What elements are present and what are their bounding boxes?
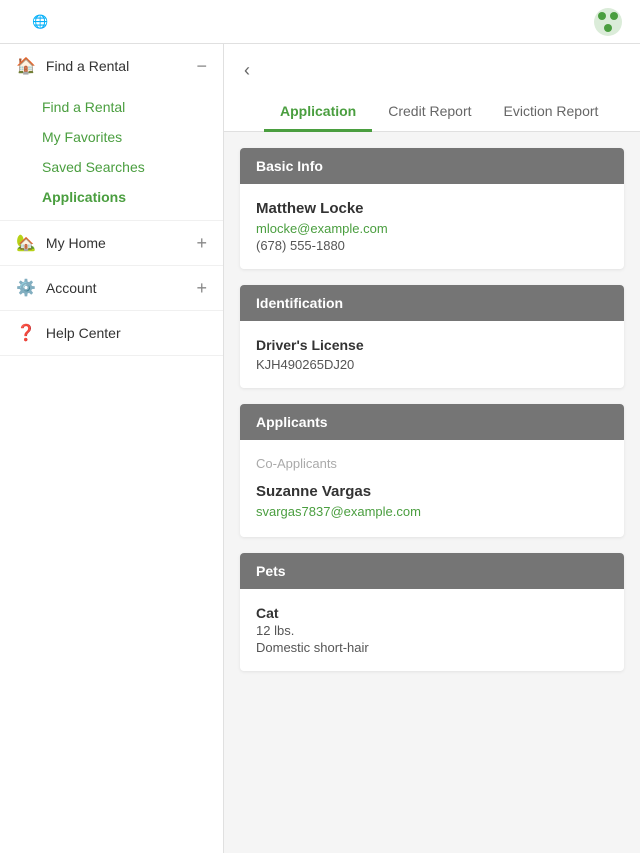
card-pets: Pets Cat 12 lbs. Domestic short-hair (240, 553, 624, 671)
sidebar-item-left-find-a-rental: 🏠 Find a Rental (16, 56, 129, 76)
main-layout: 🏠Find a Rental−Find a RentalMy Favorites… (0, 44, 640, 853)
pet-type-0: Cat (256, 605, 608, 621)
sidebar: 🏠Find a Rental−Find a RentalMy Favorites… (0, 44, 224, 853)
tabs: ApplicationCredit ReportEviction Report (264, 93, 620, 131)
card-basic-info: Basic Info Matthew Locke mlocke@example.co… (240, 148, 624, 269)
sidebar-toggle-find-a-rental[interactable]: − (196, 57, 207, 75)
co-applicants-label: Co-Applicants (256, 456, 608, 471)
sidebar-label-account: Account (46, 280, 97, 296)
sidebar-child-my-favorites[interactable]: My Favorites (0, 122, 223, 152)
card-body-identification: Driver's License KJH490265DJ20 (240, 321, 624, 388)
sidebar-item-left-my-home: 🏡 My Home (16, 233, 106, 253)
card-header-pets: Pets (240, 553, 624, 589)
card-body-applicants: Co-Applicants Suzanne Vargas svargas7837@e… (240, 440, 624, 537)
sidebar-label-find-a-rental: Find a Rental (46, 58, 129, 74)
id-type: Driver's License (256, 337, 608, 353)
sidebar-section-find-a-rental: 🏠Find a Rental−Find a RentalMy Favorites… (0, 44, 223, 221)
content-area: ‹ ApplicationCredit ReportEviction Repor… (224, 44, 640, 853)
card-header-identification: Identification (240, 285, 624, 321)
back-button[interactable]: ‹ (244, 60, 250, 81)
help-center-icon: ❓ (16, 323, 36, 343)
account-icon: ⚙️ (16, 278, 36, 298)
top-nav: 🌐 (0, 0, 640, 44)
sidebar-child-applications[interactable]: Applications (0, 182, 223, 212)
pet-weight-0: 12 lbs. (256, 623, 608, 638)
sidebar-child-find-a-rental-child[interactable]: Find a Rental (0, 92, 223, 122)
card-body-pets: Cat 12 lbs. Domestic short-hair (240, 589, 624, 671)
sidebar-section-account: ⚙️ Account + (0, 266, 223, 311)
co-applicant-email-0[interactable]: svargas7837@example.com (256, 504, 608, 519)
sidebar-item-help-center[interactable]: ❓ Help Center (0, 311, 223, 355)
sidebar-child-saved-searches[interactable]: Saved Searches (0, 152, 223, 182)
sidebar-label-help-center: Help Center (46, 325, 121, 341)
co-applicant-name-0: Suzanne Vargas (256, 483, 608, 500)
pet-breed-0: Domestic short-hair (256, 640, 608, 655)
card-header-basic-info: Basic Info (240, 148, 624, 184)
logo (592, 6, 624, 38)
sidebar-item-my-home[interactable]: 🏡 My Home + (0, 221, 223, 265)
cards-area: Basic Info Matthew Locke mlocke@example.co… (224, 132, 640, 687)
tab-credit-report[interactable]: Credit Report (372, 93, 487, 132)
apartments-logo-icon (592, 6, 624, 38)
card-body-basic-info: Matthew Locke mlocke@example.com (678) 555… (240, 184, 624, 269)
language-selector[interactable]: 🌐 (32, 14, 52, 30)
sidebar-item-left-help-center: ❓ Help Center (16, 323, 121, 343)
sidebar-label-my-home: My Home (46, 235, 106, 251)
applicant-name: Matthew Locke (256, 200, 608, 217)
id-value: KJH490265DJ20 (256, 357, 608, 372)
top-nav-left: 🌐 (16, 14, 52, 30)
card-identification: Identification Driver's License KJH490265D… (240, 285, 624, 388)
applicant-email[interactable]: mlocke@example.com (256, 221, 608, 236)
tab-application[interactable]: Application (264, 93, 372, 132)
my-home-icon: 🏡 (16, 233, 36, 253)
sidebar-section-my-home: 🏡 My Home + (0, 221, 223, 266)
sidebar-children-find-a-rental: Find a RentalMy FavoritesSaved SearchesA… (0, 88, 223, 220)
globe-icon: 🌐 (32, 14, 48, 30)
content-header: ‹ ApplicationCredit ReportEviction Repor… (224, 44, 640, 132)
sidebar-item-account[interactable]: ⚙️ Account + (0, 266, 223, 310)
card-header-applicants: Applicants (240, 404, 624, 440)
sidebar-toggle-my-home[interactable]: + (196, 234, 207, 252)
back-row: ‹ (244, 60, 620, 81)
sidebar-item-left-account: ⚙️ Account (16, 278, 97, 298)
find-a-rental-icon: 🏠 (16, 56, 36, 76)
sidebar-item-find-a-rental[interactable]: 🏠 Find a Rental − (0, 44, 223, 88)
sidebar-toggle-account[interactable]: + (196, 279, 207, 297)
tab-eviction-report[interactable]: Eviction Report (488, 93, 615, 132)
sidebar-section-help-center: ❓ Help Center (0, 311, 223, 356)
card-applicants: Applicants Co-Applicants Suzanne Vargas sva… (240, 404, 624, 537)
applicant-phone: (678) 555-1880 (256, 238, 608, 253)
